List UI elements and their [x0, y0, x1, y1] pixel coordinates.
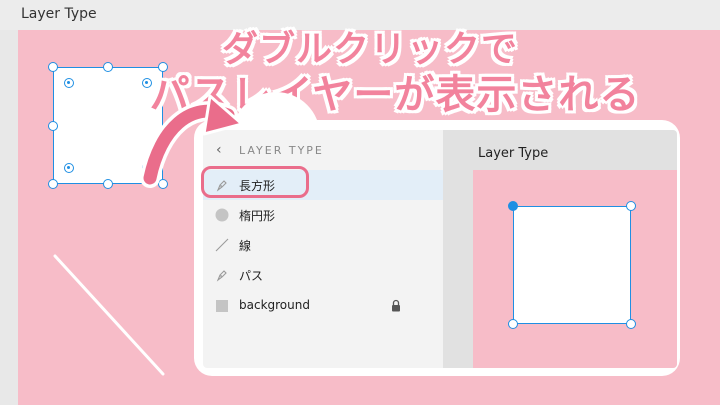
preview-artboard[interactable]	[473, 170, 677, 368]
pen-icon	[216, 270, 227, 282]
canvas-preview: Layer Type	[443, 130, 677, 368]
layers-panel-title: LAYER TYPE	[239, 144, 324, 157]
line-icon	[215, 238, 229, 252]
resize-handle-bottom[interactable]	[103, 179, 113, 189]
resize-handle-left[interactable]	[48, 121, 58, 131]
layer-name-highlight	[201, 166, 309, 198]
layers-header: ‹ LAYER TYPE	[203, 140, 443, 162]
preview-artboard-title[interactable]: Layer Type	[478, 146, 548, 161]
path-point[interactable]	[626, 201, 636, 211]
corner-radius-handle-top-left[interactable]	[64, 78, 74, 88]
path-point-selected[interactable]	[508, 201, 518, 211]
square-icon	[216, 300, 228, 312]
corner-radius-handle-bottom-right[interactable]	[142, 163, 152, 173]
preview-rectangle[interactable]	[513, 206, 631, 324]
layer-item[interactable]: background	[203, 291, 443, 321]
layer-item[interactable]: 楕円形	[203, 200, 443, 230]
corner-radius-handle-bottom-left[interactable]	[64, 163, 74, 173]
path-point[interactable]	[508, 319, 518, 329]
layer-item[interactable]: パス	[203, 260, 443, 290]
layer-label: パス	[239, 269, 264, 283]
chevron-left-icon[interactable]: ‹	[216, 142, 222, 158]
headline-line-2: パスレイヤーが表示される	[149, 72, 641, 118]
layer-label: 線	[239, 239, 252, 253]
layer-label: background	[239, 298, 310, 312]
path-point[interactable]	[626, 319, 636, 329]
layer-label: 楕円形	[239, 209, 276, 223]
resize-handle-top-left[interactable]	[48, 62, 58, 72]
ellipse-icon	[215, 208, 229, 222]
resize-handle-bottom-right[interactable]	[158, 179, 168, 189]
resize-handle-bottom-left[interactable]	[48, 179, 58, 189]
lock-icon[interactable]	[391, 299, 401, 312]
layer-item[interactable]: 線	[203, 230, 443, 260]
